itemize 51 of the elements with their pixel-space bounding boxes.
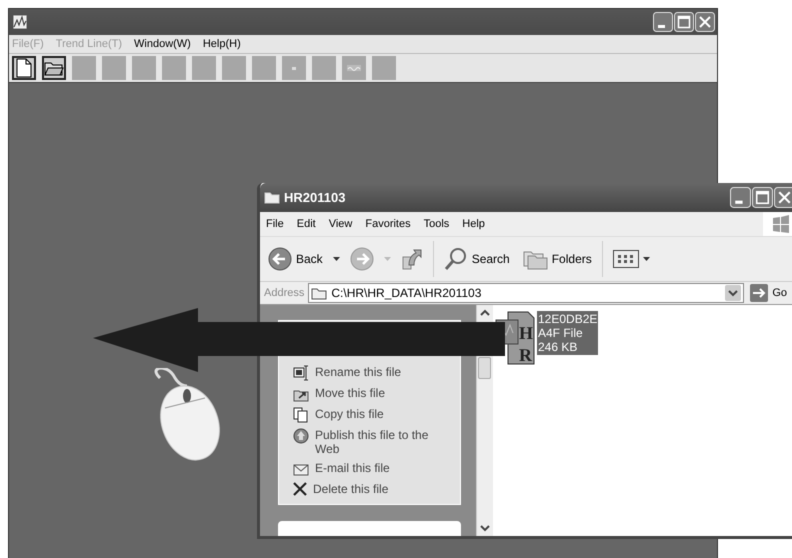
menu-item[interactable]: Help [462, 218, 485, 230]
copy-icon [293, 407, 309, 423]
menu-item[interactable]: File [266, 218, 284, 230]
folder-icon [44, 60, 64, 76]
folder-icon [311, 286, 328, 300]
menu-item[interactable]: Help(H) [202, 38, 241, 50]
forward-button[interactable] [348, 245, 376, 273]
rename-icon [293, 365, 309, 381]
menu-item[interactable]: Window(W) [134, 38, 191, 50]
windows-logo-icon [772, 215, 790, 233]
task-link[interactable]: Copy this file [293, 407, 452, 423]
toolbar-button[interactable] [12, 56, 36, 80]
dropdown-caret-icon [332, 257, 340, 261]
close-button[interactable] [774, 187, 792, 208]
globe-icon [293, 428, 309, 444]
dropdown-caret-icon [642, 257, 650, 261]
maximize-button[interactable] [752, 187, 773, 208]
task-link[interactable]: E-mail this file [293, 461, 452, 477]
task-link[interactable]: Move this file [293, 386, 452, 402]
menu-item[interactable]: View [328, 218, 352, 230]
delete-x-icon [293, 482, 307, 496]
menu-item[interactable]: Favorites [365, 218, 411, 230]
minimize-button[interactable] [653, 12, 673, 32]
close-button[interactable] [695, 12, 715, 32]
task-link[interactable]: Delete this file [293, 482, 452, 496]
search-icon [444, 247, 468, 271]
address-field[interactable]: C:\HR\HR_DATA\HR201103 [308, 283, 744, 303]
search-button[interactable]: Search [442, 245, 512, 273]
wave-icon [347, 65, 361, 71]
menu-item[interactable]: Tools [424, 218, 450, 230]
address-label: Address [264, 287, 304, 299]
up-folder-icon [400, 247, 423, 271]
back-button[interactable]: Back [266, 245, 325, 273]
dropdown-caret-icon [384, 257, 391, 261]
window-title: HR201103 [284, 190, 346, 205]
task-link[interactable]: Publish this file to the Web [293, 428, 452, 456]
folder-icon [264, 191, 280, 204]
dropdown-button[interactable] [725, 285, 742, 301]
menu-item[interactable]: Edit [296, 218, 316, 230]
task-link[interactable]: Rename this file [293, 365, 452, 381]
maximize-button[interactable] [674, 12, 694, 32]
toolbar-button[interactable] [42, 56, 66, 80]
chart-line-icon [13, 15, 27, 29]
scrollbar-thumb[interactable] [478, 357, 491, 379]
go-button[interactable]: Go [748, 284, 792, 302]
views-grid-icon [612, 250, 639, 268]
new-file-icon [16, 58, 32, 78]
minimize-button[interactable] [730, 187, 751, 208]
views-button[interactable] [610, 248, 652, 270]
file-name-label[interactable]: 12E0DB2E A4F File 246 KB [537, 311, 598, 355]
folders-button[interactable]: Folders [520, 246, 594, 272]
